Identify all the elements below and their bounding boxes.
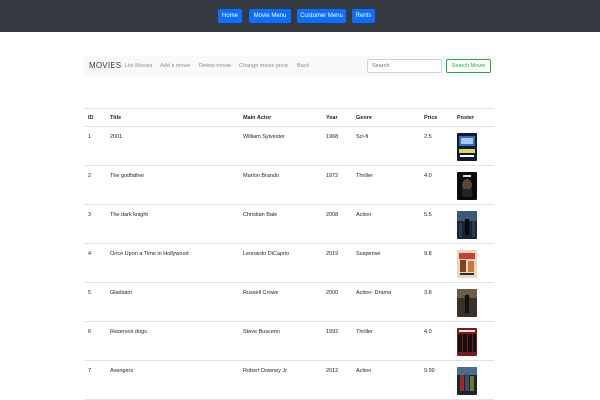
top-navbar: Home Movie Menu Customer Menu Rents xyxy=(0,0,600,32)
cell-title: The godfather xyxy=(110,173,145,179)
cell-genre: Sci-fi xyxy=(356,134,369,140)
poster-image xyxy=(457,289,477,317)
header-poster: Poster xyxy=(457,115,475,121)
cell-id: 5 xyxy=(88,290,92,296)
cell-price: 9.99 xyxy=(424,368,435,374)
home-button[interactable]: Home xyxy=(218,9,242,23)
cell-price: 2.5 xyxy=(424,134,432,140)
rents-button[interactable]: Rents xyxy=(352,9,375,23)
table-header: ID Title Main Actor Year Genre Price Pos… xyxy=(84,108,494,127)
cell-year: 2008 xyxy=(326,212,339,218)
cell-title: 2001 xyxy=(110,134,123,140)
poster-image xyxy=(457,133,477,161)
cell-id: 6 xyxy=(88,329,92,335)
poster-image xyxy=(457,172,477,200)
poster-image xyxy=(457,367,477,395)
cell-price: 4.0 xyxy=(424,173,432,179)
cell-price: 4.0 xyxy=(424,329,432,335)
cell-year: 2019 xyxy=(326,251,339,257)
delete-movie-link[interactable]: Delete movie xyxy=(199,63,231,69)
cell-year: 2000 xyxy=(326,290,339,296)
cell-id: 3 xyxy=(88,212,92,218)
table-row: 6 Reservoir dogs Steve Buscemi 1992 Thri… xyxy=(84,322,494,361)
movies-subnav: MOVIES List Movies Add a movie Delete mo… xyxy=(84,56,494,76)
list-movies-link[interactable]: List Movies xyxy=(125,63,153,69)
cell-id: 7 xyxy=(88,368,92,374)
cell-year: 1972 xyxy=(326,173,339,179)
customer-menu-button[interactable]: Customer Menu xyxy=(297,9,346,23)
cell-genre: Thriller xyxy=(356,329,373,335)
cell-id: 4 xyxy=(88,251,92,257)
cell-id: 2 xyxy=(88,173,92,179)
cell-price: 9.8 xyxy=(424,251,432,257)
back-link[interactable]: Back xyxy=(297,63,309,69)
cell-price: 3.8 xyxy=(424,290,432,296)
header-genre: Genre xyxy=(356,115,372,121)
table-row: 3 The dark knight Christian Bale 2008 Ac… xyxy=(84,205,494,244)
table-row: 7 Avengers Robert Downey Jr 2012 Action … xyxy=(84,361,494,400)
movies-table: ID Title Main Actor Year Genre Price Pos… xyxy=(84,108,494,400)
cell-genre: Action xyxy=(356,212,372,218)
table-row: 4 Once Upon a Time in Hollywood Leonardo… xyxy=(84,244,494,283)
header-price: Price xyxy=(424,115,438,121)
cell-genre: Action xyxy=(356,368,372,374)
table-row: 5 Gladiator Russell Crowe 2000 Action- D… xyxy=(84,283,494,322)
cell-actor: Steve Buscemi xyxy=(243,329,280,335)
poster-image xyxy=(457,211,477,239)
cell-actor: Robert Downey Jr xyxy=(243,368,288,374)
add-movie-link[interactable]: Add a movie xyxy=(160,63,191,69)
table-row: 1 2001 William Sylvester 1968 Sci-fi 2.5 xyxy=(84,127,494,166)
cell-year: 1992 xyxy=(326,329,339,335)
cell-id: 1 xyxy=(88,134,92,140)
cell-title: Reservoir dogs xyxy=(110,329,147,335)
cell-title: The dark knight xyxy=(110,212,148,218)
search-input[interactable] xyxy=(367,59,442,73)
cell-year: 1968 xyxy=(326,134,339,140)
cell-actor: Marlon Brando xyxy=(243,173,280,179)
cell-title: Gladiator xyxy=(110,290,133,296)
cell-price: 5.5 xyxy=(424,212,432,218)
cell-genre: Suspense xyxy=(356,251,381,257)
cell-actor: William Sylvester xyxy=(243,134,285,140)
cell-year: 2012 xyxy=(326,368,339,374)
cell-actor: Leonardo DiCaprio xyxy=(243,251,290,257)
cell-actor: Christian Bale xyxy=(243,212,278,218)
header-id: ID xyxy=(88,115,94,121)
poster-image xyxy=(457,328,477,356)
search-movie-button[interactable]: Search Movie xyxy=(446,59,491,73)
header-title: Title xyxy=(110,115,122,121)
header-main-actor: Main Actor xyxy=(243,115,272,121)
cell-title: Once Upon a Time in Hollywood xyxy=(110,251,189,257)
movie-menu-button[interactable]: Movie Menu xyxy=(249,9,291,23)
cell-genre: Thriller xyxy=(356,173,373,179)
table-row: 2 The godfather Marlon Brando 1972 Thril… xyxy=(84,166,494,205)
cell-title: Avengers xyxy=(110,368,134,374)
cell-genre: Action- Drama xyxy=(356,290,392,296)
poster-image xyxy=(457,250,477,278)
cell-actor: Russell Crowe xyxy=(243,290,279,296)
movies-brand[interactable]: MOVIES xyxy=(89,61,121,70)
change-movie-price-link[interactable]: Change movie price xyxy=(239,63,288,69)
header-year: Year xyxy=(326,115,338,121)
